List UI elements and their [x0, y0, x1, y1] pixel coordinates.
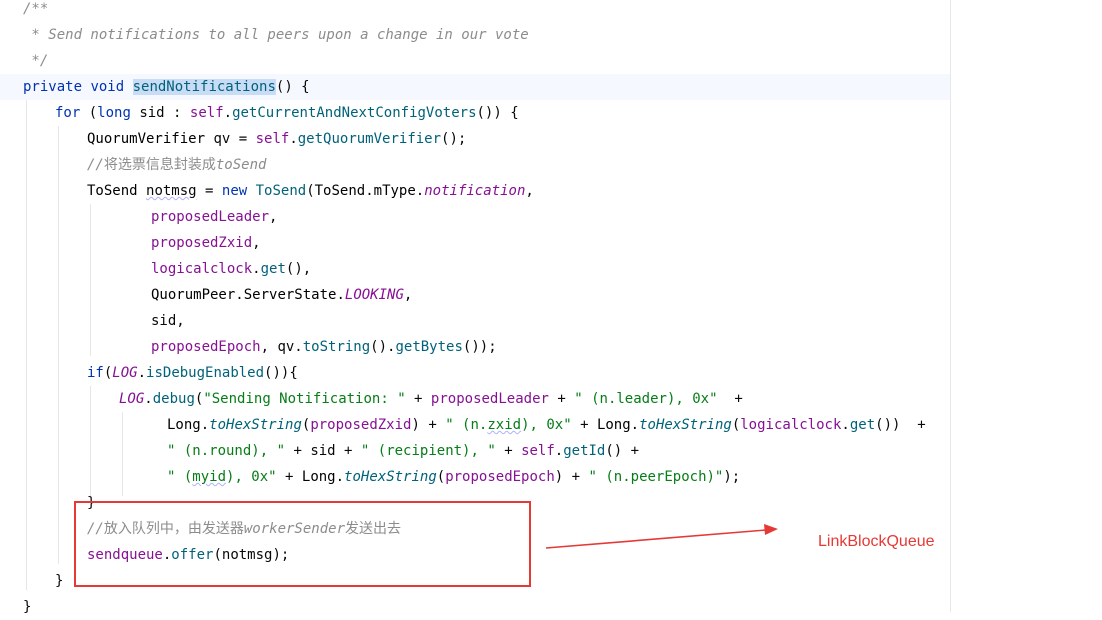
annotation-label: LinkBlockQueue: [818, 533, 935, 550]
annotation-arrow: [545, 524, 778, 549]
